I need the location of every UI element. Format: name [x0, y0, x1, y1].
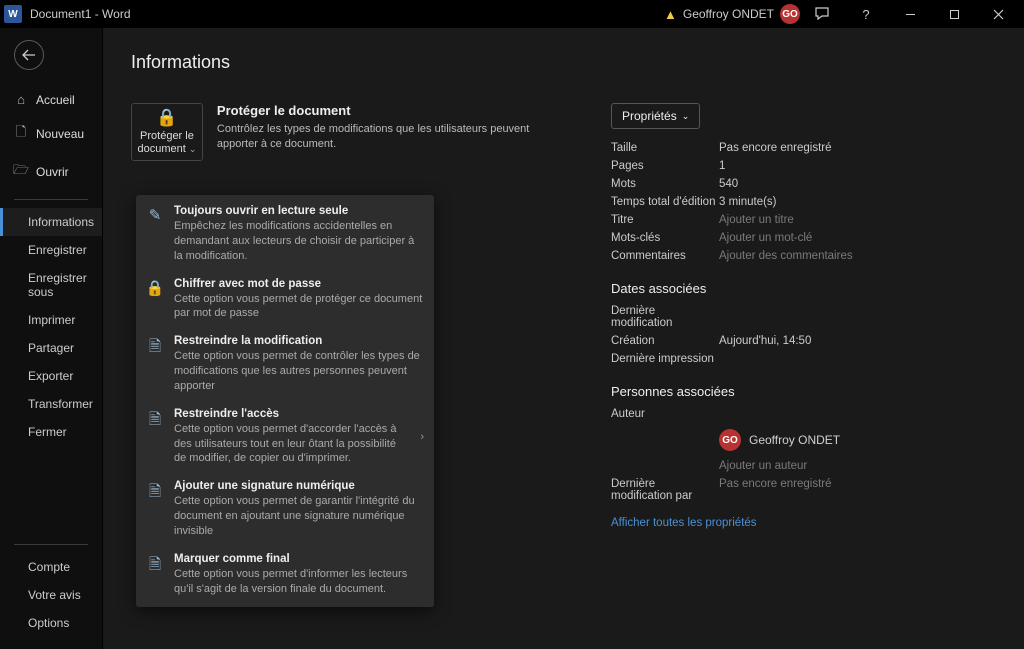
prop-size: TaillePas encore enregistré	[611, 139, 1004, 157]
prop-last-mod: Dernière modification	[611, 302, 1004, 332]
show-all-properties-link[interactable]: Afficher toutes les propriétés	[611, 517, 757, 529]
titlebar: W Document1 - Word ▲ Geoffroy ONDET GO ?	[0, 0, 1024, 28]
nav-options[interactable]: Options	[0, 609, 102, 637]
document-signature-icon: 🗎	[146, 480, 164, 506]
nav-save-as[interactable]: Enregistrer sous	[0, 264, 102, 306]
prop-pages: Pages1	[611, 157, 1004, 175]
dd-encrypt[interactable]: 🔒 Chiffrer avec mot de passe Cette optio…	[136, 271, 434, 329]
prop-edit-time: Temps total d'édition3 minute(s)	[611, 193, 1004, 211]
dd-readonly[interactable]: ✎ Toujours ouvrir en lecture seule Empêc…	[136, 198, 434, 271]
user-name: Geoffroy ONDET	[683, 7, 774, 21]
document-check-icon: 🗎	[146, 553, 164, 579]
protect-description: Contrôlez les types de modifications que…	[217, 122, 571, 153]
chevron-down-icon: ⌄	[682, 111, 690, 122]
help-icon[interactable]: ?	[844, 0, 888, 28]
warning-icon: ▲	[664, 7, 677, 22]
people-heading: Personnes associées	[611, 384, 1004, 399]
lock-icon: 🔒	[146, 278, 164, 297]
nav-export[interactable]: Exporter	[0, 362, 102, 390]
maximize-button[interactable]	[932, 0, 976, 28]
new-icon: 🗋	[14, 123, 28, 145]
close-button[interactable]	[976, 0, 1020, 28]
document-shield-icon: 🗎	[146, 408, 164, 434]
add-author[interactable]: Ajouter un auteur	[611, 457, 1004, 475]
user-account[interactable]: ▲ Geoffroy ONDET GO	[664, 4, 800, 24]
dd-restrict-editing[interactable]: 🗎 Restreindre la modification Cette opti…	[136, 328, 434, 401]
chevron-down-icon: ⌄	[189, 144, 197, 154]
dates-heading: Dates associées	[611, 281, 1004, 296]
chevron-right-icon: ›	[420, 431, 424, 443]
prop-tags[interactable]: Mots-clésAjouter un mot-clé	[611, 229, 1004, 247]
nav-account[interactable]: Compte	[0, 553, 102, 581]
document-title: Document1 - Word	[30, 7, 131, 21]
dd-mark-final[interactable]: 🗎 Marquer comme final Cette option vous …	[136, 546, 434, 604]
nav-save[interactable]: Enregistrer	[0, 236, 102, 264]
prop-author: Auteur	[611, 405, 1004, 423]
protect-document-button[interactable]: 🔒 Protéger le document ⌄	[131, 103, 203, 161]
open-icon: 🗁	[14, 161, 28, 183]
minimize-button[interactable]	[888, 0, 932, 28]
speech-icon[interactable]	[800, 0, 844, 28]
protect-heading: Protéger le document	[217, 103, 571, 118]
prop-comments[interactable]: CommentairesAjouter des commentaires	[611, 247, 1004, 265]
nav-informations[interactable]: Informations	[0, 208, 102, 236]
sidebar: ⌂ Accueil 🗋 Nouveau 🗁 Ouvrir Information…	[0, 28, 103, 649]
page-title: Informations	[131, 52, 1024, 73]
dd-restrict-access[interactable]: 🗎 Restreindre l'accès Cette option vous …	[136, 401, 434, 474]
nav-share[interactable]: Partager	[0, 334, 102, 362]
author-chip[interactable]: GO Geoffroy ONDET	[719, 429, 1004, 451]
prop-created: CréationAujourd'hui, 14:50	[611, 332, 1004, 350]
user-avatar: GO	[780, 4, 800, 24]
dd-digital-signature[interactable]: 🗎 Ajouter une signature numérique Cette …	[136, 473, 434, 546]
nav-feedback[interactable]: Votre avis	[0, 581, 102, 609]
nav-new[interactable]: 🗋 Nouveau	[0, 115, 102, 153]
word-app-icon: W	[4, 5, 22, 23]
nav-transform[interactable]: Transformer	[0, 390, 102, 418]
back-button[interactable]	[14, 40, 44, 70]
protect-dropdown: ✎ Toujours ouvrir en lecture seule Empêc…	[136, 195, 434, 607]
avatar: GO	[719, 429, 741, 451]
home-icon: ⌂	[14, 92, 28, 107]
document-lock-icon: 🗎	[146, 335, 164, 361]
prop-last-print: Dernière impression	[611, 350, 1004, 368]
properties-button[interactable]: Propriétés ⌄	[611, 103, 700, 129]
nav-home[interactable]: ⌂ Accueil	[0, 84, 102, 115]
lock-icon: 🔒	[156, 108, 177, 128]
prop-title[interactable]: TitreAjouter un titre	[611, 211, 1004, 229]
nav-open[interactable]: 🗁 Ouvrir	[0, 153, 102, 191]
prop-words: Mots540	[611, 175, 1004, 193]
nav-close[interactable]: Fermer	[0, 418, 102, 446]
pencil-icon: ✎	[146, 205, 164, 224]
prop-last-mod-by: Dernière modification parPas encore enre…	[611, 475, 1004, 505]
nav-print[interactable]: Imprimer	[0, 306, 102, 334]
